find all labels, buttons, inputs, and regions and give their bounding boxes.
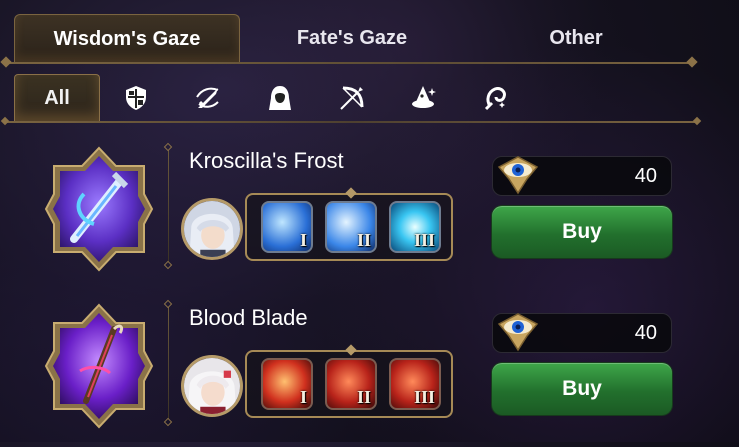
buy-button[interactable]: Buy [492, 363, 672, 415]
hero-portrait[interactable] [181, 355, 243, 417]
price-box: 40 [492, 313, 672, 353]
soul-icon [484, 87, 506, 111]
artifact-icon[interactable] [44, 144, 154, 274]
filter-all[interactable]: All [14, 73, 100, 123]
artifact-row: Kroscilla's Frost I II III 40 Buy [0, 140, 739, 290]
filter-knight[interactable] [100, 75, 172, 121]
gaze-eye-icon [497, 313, 539, 352]
gaze-eye-icon [497, 156, 539, 195]
tab-other[interactable]: Other [464, 14, 688, 62]
skill-enhancement-box: I II III [245, 193, 453, 261]
artifact-name: Blood Blade [189, 305, 308, 330]
tab-fates-gaze[interactable]: Fate's Gaze [240, 14, 464, 62]
hero-avatar-icon [184, 201, 240, 257]
skill-level-label: I [299, 387, 307, 407]
top-tab-bar: Wisdom's Gaze Fate's Gaze Other [14, 14, 694, 64]
skill-level-label: III [413, 230, 435, 250]
class-filter-bar: All [14, 73, 694, 123]
price-value: 40 [634, 165, 657, 187]
buy-button[interactable]: Buy [492, 206, 672, 258]
skill-level-label: III [413, 387, 435, 407]
skill-level-label: II [356, 230, 371, 250]
skill-3[interactable]: III [389, 358, 441, 410]
filter-thief[interactable] [244, 75, 316, 121]
wizard-hat-icon [412, 86, 436, 108]
skill-1[interactable]: I [261, 201, 313, 253]
artifact-row: Blood Blade I II III 40 Buy [0, 297, 739, 447]
shield-icon [126, 86, 146, 110]
row-divider [168, 307, 169, 419]
tab-divider [4, 62, 694, 64]
price-value: 40 [634, 322, 657, 344]
skill-2[interactable]: II [325, 358, 377, 410]
filter-ranger[interactable] [316, 75, 388, 121]
filter-soul-weaver[interactable] [460, 75, 532, 121]
artifact-icon[interactable] [44, 301, 154, 431]
skill-enhancement-box: I II III [245, 350, 453, 418]
skill-3[interactable]: III [389, 201, 441, 253]
hero-portrait[interactable] [181, 198, 243, 260]
skill-2[interactable]: II [325, 201, 377, 253]
hero-avatar-icon [184, 358, 240, 414]
hooded-figure-icon [269, 86, 291, 110]
price-box: 40 [492, 156, 672, 196]
tab-wisdoms-gaze[interactable]: Wisdom's Gaze [14, 14, 240, 63]
skill-level-label: I [299, 230, 307, 250]
filter-mage[interactable] [388, 75, 460, 121]
filter-warrior[interactable] [172, 75, 244, 121]
row-divider [168, 150, 169, 262]
skill-level-label: II [356, 387, 371, 407]
artifact-name: Kroscilla's Frost [189, 148, 344, 173]
sword-icon [196, 87, 219, 108]
filter-divider [4, 121, 698, 123]
bow-icon [340, 86, 364, 110]
skill-1[interactable]: I [261, 358, 313, 410]
